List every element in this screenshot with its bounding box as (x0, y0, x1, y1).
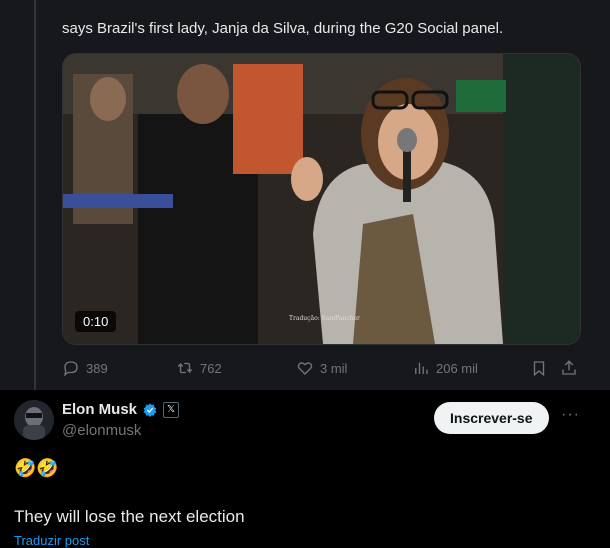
post-action-bar: 389 762 3 mil 206 mil (62, 356, 582, 380)
quoted-post-container[interactable]: says Brazil's first lady, Janja da Silva… (0, 0, 610, 390)
views-button[interactable]: 206 mil (412, 359, 478, 377)
avatar[interactable] (14, 400, 54, 440)
analytics-icon (415, 362, 428, 374)
author-row: Elon Musk 𝕏 (62, 401, 180, 418)
post-emojis: 🤣🤣 (14, 458, 59, 478)
like-count: 3 mil (320, 360, 348, 376)
video-caption-watermark: Tradução: SamPancher (289, 315, 360, 322)
post-text: They will lose the next election (14, 507, 245, 526)
reply-button[interactable]: 389 (62, 359, 108, 377)
repost-icon (177, 362, 193, 374)
x-affiliation-badge-icon: 𝕏 (163, 401, 180, 418)
heart-icon (297, 362, 313, 375)
views-count: 206 mil (436, 360, 478, 376)
thread-connector-line (34, 0, 36, 390)
avatar-image (14, 400, 54, 440)
translate-post-link[interactable]: Traduzir post (14, 533, 89, 548)
share-button[interactable] (560, 359, 578, 377)
video-frame (63, 54, 580, 344)
video-duration: 0:10 (75, 311, 117, 332)
author-handle[interactable]: @elonmusk (62, 422, 141, 439)
more-options-icon[interactable]: ··· (561, 406, 580, 424)
reply-icon (63, 361, 78, 377)
reply-post[interactable]: Elon Musk 𝕏 @elonmusk Inscrever-se ··· 🤣… (0, 390, 610, 548)
repost-button[interactable]: 762 (176, 359, 222, 377)
like-button[interactable]: 3 mil (296, 359, 347, 377)
video-player[interactable]: 0:10 Tradução: SamPancher (62, 53, 581, 345)
author-name[interactable]: Elon Musk (62, 401, 137, 418)
verified-badge-icon (142, 402, 158, 418)
subscribe-button[interactable]: Inscrever-se (434, 402, 549, 434)
reply-count: 389 (86, 360, 108, 376)
bookmark-icon (533, 361, 545, 377)
quoted-post-text: says Brazil's first lady, Janja da Silva… (62, 20, 504, 37)
bookmark-button[interactable] (530, 359, 548, 377)
repost-count: 762 (200, 360, 222, 376)
share-icon (562, 360, 576, 375)
